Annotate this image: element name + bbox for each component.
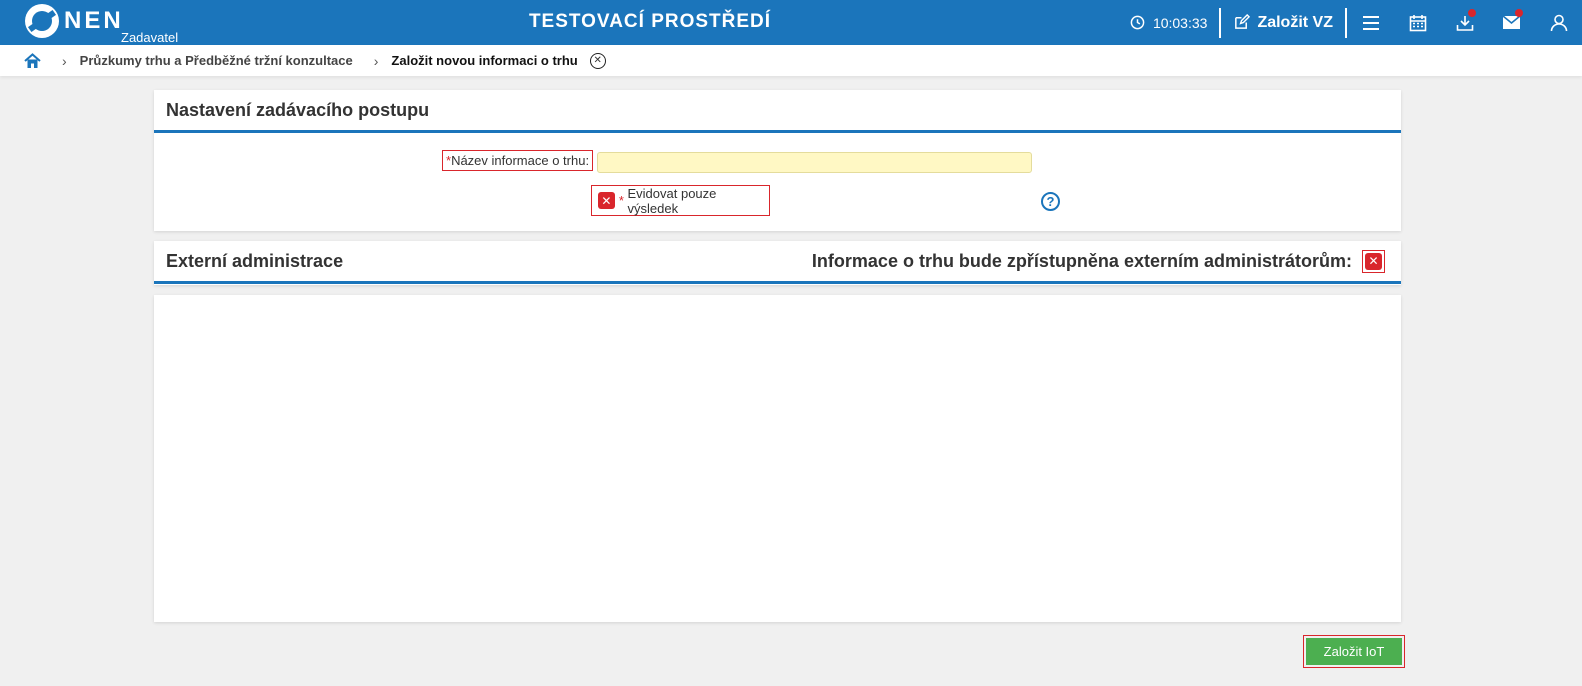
external-admin-header-panel: Externí administrace Informace o trhu bu… xyxy=(154,241,1401,285)
notification-dot xyxy=(1468,9,1476,17)
create-vz-button[interactable]: Založit VZ xyxy=(1221,14,1345,32)
chevron-right-icon: › xyxy=(62,52,67,69)
external-admin-title-row: Externí administrace Informace o trhu bu… xyxy=(154,241,1401,284)
environment-title: TESTOVACÍ PROSTŘEDÍ xyxy=(528,11,772,32)
header-actions: 10:03:33 Založit VZ xyxy=(1130,0,1582,45)
clock-icon xyxy=(1130,15,1145,30)
evidovat-vysledek-label: Evidovat pouze výsledek xyxy=(627,185,717,216)
external-admin-toggle[interactable]: ✕ xyxy=(1362,249,1385,273)
hamburger-icon xyxy=(1362,15,1379,30)
create-iot-button[interactable]: Založit IoT xyxy=(1306,638,1402,665)
clock-time: 10:03:33 xyxy=(1152,14,1208,31)
home-icon[interactable] xyxy=(24,52,41,69)
user-icon xyxy=(1550,14,1567,31)
unchecked-x-icon[interactable]: ✕ xyxy=(598,192,615,209)
edit-icon xyxy=(1235,14,1251,29)
menu-button[interactable] xyxy=(1347,0,1394,45)
breadcrumb-current: Založit novou informaci o trhu xyxy=(391,53,578,68)
required-mark: * xyxy=(618,193,624,208)
notification-dot xyxy=(1515,9,1523,17)
calendar-icon xyxy=(1409,14,1426,31)
market-info-name-input[interactable] xyxy=(597,152,1032,173)
external-admin-toggle-group: Informace o trhu bude zpřístupněna exter… xyxy=(811,249,1401,273)
mail-icon xyxy=(1502,15,1521,29)
user-button[interactable] xyxy=(1535,0,1582,45)
external-admin-toggle-label: Informace o trhu bude zpřístupněna exter… xyxy=(811,250,1352,271)
help-icon[interactable]: ? xyxy=(1041,192,1060,211)
create-vz-label: Založit VZ xyxy=(1257,13,1333,31)
messages-button[interactable] xyxy=(1488,0,1535,45)
downloads-button[interactable] xyxy=(1441,0,1488,45)
top-header: NEN Zadavatel TESTOVACÍ PROSTŘEDÍ 10:03:… xyxy=(0,0,1582,45)
session-clock: 10:03:33 xyxy=(1130,15,1220,31)
close-tab-icon[interactable]: ✕ xyxy=(589,52,606,69)
calendar-button[interactable] xyxy=(1394,0,1441,45)
unchecked-x-icon[interactable]: ✕ xyxy=(1365,252,1382,270)
evidovat-vysledek-checkbox-group[interactable]: ✕ * Evidovat pouze výsledek xyxy=(591,185,770,216)
market-info-name-label: *Název informace o trhu: xyxy=(442,150,594,171)
procedure-settings-title: Nastavení zadávacího postupu xyxy=(154,90,1401,133)
breadcrumb: › Průzkumy trhu a Předběžné tržní konzul… xyxy=(0,45,1582,76)
breadcrumb-market-research[interactable]: Průzkumy trhu a Předběžné tržní konzulta… xyxy=(80,53,353,68)
external-admin-content-panel xyxy=(154,295,1401,622)
procedure-settings-panel: Nastavení zadávacího postupu *Název info… xyxy=(154,90,1401,231)
submit-button-wrapper: Založit IoT xyxy=(1303,635,1405,668)
external-admin-title: Externí administrace xyxy=(166,250,344,271)
chevron-right-icon: › xyxy=(373,52,379,69)
